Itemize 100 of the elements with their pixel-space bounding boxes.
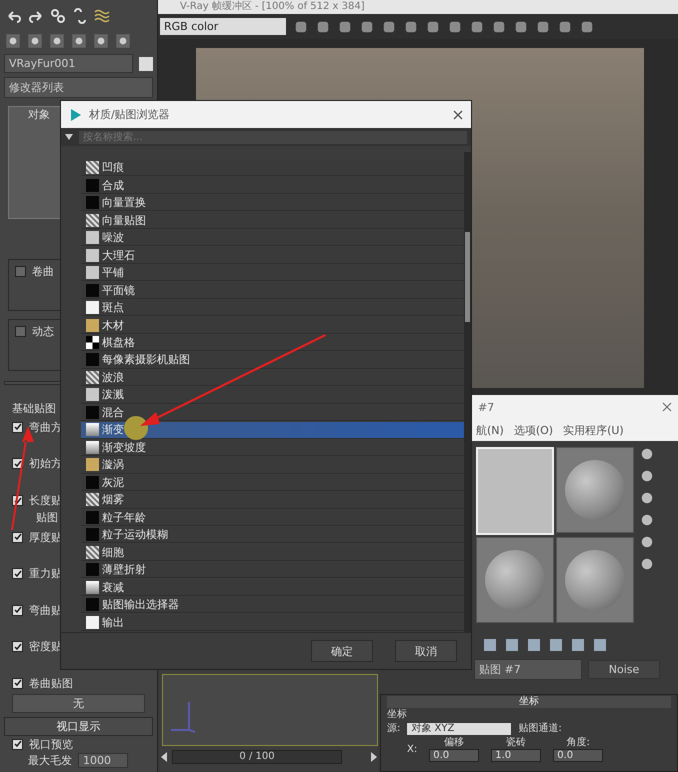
checkbox[interactable] (15, 326, 26, 338)
channel-label: 贴图通道: (518, 723, 562, 735)
map-list-item[interactable]: 泼溅 (81, 387, 464, 404)
stack-item[interactable]: 对象 (28, 107, 50, 218)
map-list-item[interactable]: 细胞 (81, 544, 464, 561)
map-list-item[interactable]: 渐变 (81, 422, 464, 439)
map-label: 初始方 (29, 456, 62, 472)
map-list-item[interactable]: 粒子年龄 (81, 510, 464, 526)
sample-slot[interactable] (556, 537, 634, 623)
map-thumbnail (86, 546, 99, 559)
source-label: 源: (387, 723, 400, 735)
checkbox[interactable] (12, 641, 23, 652)
map-list-item[interactable]: 粒子运动模糊 (81, 527, 464, 544)
checkbox[interactable] (15, 266, 26, 278)
map-list-item[interactable]: 棋盘格 (81, 334, 464, 352)
map-list-item[interactable]: 凹痕 (81, 160, 464, 176)
map-thumbnail (86, 406, 99, 419)
value-field[interactable]: 0.0 (429, 749, 480, 762)
rollout-title[interactable]: 视口显示 (4, 716, 153, 736)
map-thumbnail (86, 178, 99, 192)
close-icon[interactable] (662, 402, 672, 412)
map-label: 卷曲贴图 (29, 676, 73, 691)
map-list-item[interactable]: 平面镜 (81, 282, 464, 299)
checkbox[interactable] (12, 422, 23, 433)
map-thumbnail (86, 336, 99, 349)
map-list-item[interactable]: 平铺 (81, 264, 464, 282)
frame-counter[interactable]: 0 / 100 (172, 750, 342, 764)
check-icon (14, 570, 22, 578)
map-list-item[interactable]: 向量贴图 (81, 212, 464, 229)
unlink-icon[interactable] (72, 8, 88, 24)
value-field[interactable]: 1.0 (491, 749, 542, 762)
map-list-item[interactable]: 木材 (81, 317, 464, 334)
preview-label: 视口预览 (29, 736, 73, 752)
map-thumbnail (86, 196, 99, 210)
map-list-item[interactable]: 波浪 (81, 370, 464, 386)
map-thumbnail (86, 284, 99, 297)
map-thumbnail (86, 318, 99, 332)
window-title: V-Ray 帧缓冲区 - [100% of 512 x 384] (158, 0, 678, 14)
map-list-item[interactable]: 向量置换 (81, 194, 464, 212)
map-list-item[interactable]: 输出 (81, 614, 464, 631)
max-hair-field[interactable]: 1000 (78, 752, 128, 768)
rollout-title[interactable]: 坐标 (387, 696, 671, 708)
map-list-item[interactable]: 灰泥 (81, 474, 464, 492)
check-icon (14, 496, 22, 505)
modifier-list-dropdown[interactable]: 修改器列表 (4, 77, 153, 98)
wave-icon[interactable] (94, 8, 110, 24)
channel-dropdown[interactable]: RGB color (160, 18, 286, 35)
option-label: 动态 (32, 324, 54, 340)
map-list-item[interactable]: 合成 (81, 177, 464, 194)
checkbox[interactable] (12, 568, 23, 580)
check-icon (14, 423, 22, 432)
window-title: #7 (478, 400, 494, 414)
menu-item[interactable]: 选项(O) (514, 422, 554, 438)
map-list-item[interactable]: 衰减 (81, 580, 464, 596)
color-swatch[interactable] (139, 56, 153, 70)
dialog-button[interactable]: 取消 (395, 640, 457, 662)
map-list-item[interactable]: 漩涡 (81, 457, 464, 474)
map-thumbnail (86, 458, 99, 472)
check-icon (14, 740, 22, 748)
source-dropdown[interactable]: 对象 XYZ (406, 722, 512, 736)
map-list-item[interactable]: 噪波 (81, 230, 464, 246)
menu-item[interactable]: 实用程序(U) (563, 422, 624, 438)
dialog-button[interactable]: 确定 (311, 640, 373, 662)
map-name-field[interactable]: 贴图 #7 (474, 659, 582, 680)
map-thumbnail (86, 598, 99, 612)
map-button[interactable]: 无 (12, 694, 145, 713)
map-thumbnail (86, 266, 99, 280)
checkbox[interactable] (12, 604, 23, 616)
column-label: 瓷砖 (506, 737, 526, 749)
link-icon[interactable] (50, 8, 66, 24)
map-list-item[interactable]: 每像素摄影机贴图 (81, 352, 464, 369)
rollout-title: 基础贴图 (12, 400, 56, 416)
checkbox[interactable] (12, 678, 23, 689)
menu-item[interactable]: 航(N) (476, 422, 504, 438)
map-thumbnail (86, 476, 99, 489)
object-name-field[interactable]: VRayFur001 (4, 54, 133, 73)
map-thumbnail (86, 353, 99, 366)
close-icon[interactable] (453, 110, 463, 120)
check-icon (14, 460, 22, 468)
next-frame-icon[interactable] (370, 752, 378, 762)
map-thumbnail (86, 510, 99, 524)
map-list-item[interactable]: 大理石 (81, 247, 464, 264)
checkbox[interactable] (12, 738, 23, 750)
map-type-button[interactable]: Noise (588, 660, 660, 679)
map-thumbnail (86, 440, 99, 454)
map-list-item[interactable]: 斑点 (81, 300, 464, 316)
map-list-item[interactable]: 烟雾 (81, 492, 464, 508)
map-list-item[interactable]: 薄壁折射 (81, 562, 464, 578)
map-list-item[interactable]: 贴图输出选择器 (81, 597, 464, 614)
previous-frame-icon[interactable] (160, 752, 168, 762)
map-list-item[interactable]: 渐变坡度 (81, 440, 464, 456)
sample-slot[interactable] (476, 537, 554, 623)
map-list-item[interactable]: 混合 (81, 404, 464, 422)
check-icon (14, 533, 22, 542)
caret-icon[interactable] (65, 134, 73, 140)
checkbox[interactable] (12, 532, 23, 543)
map-thumbnail (86, 580, 99, 594)
check-icon (14, 606, 22, 614)
sample-slot[interactable] (556, 447, 634, 533)
value-field[interactable]: 0.0 (553, 749, 604, 762)
